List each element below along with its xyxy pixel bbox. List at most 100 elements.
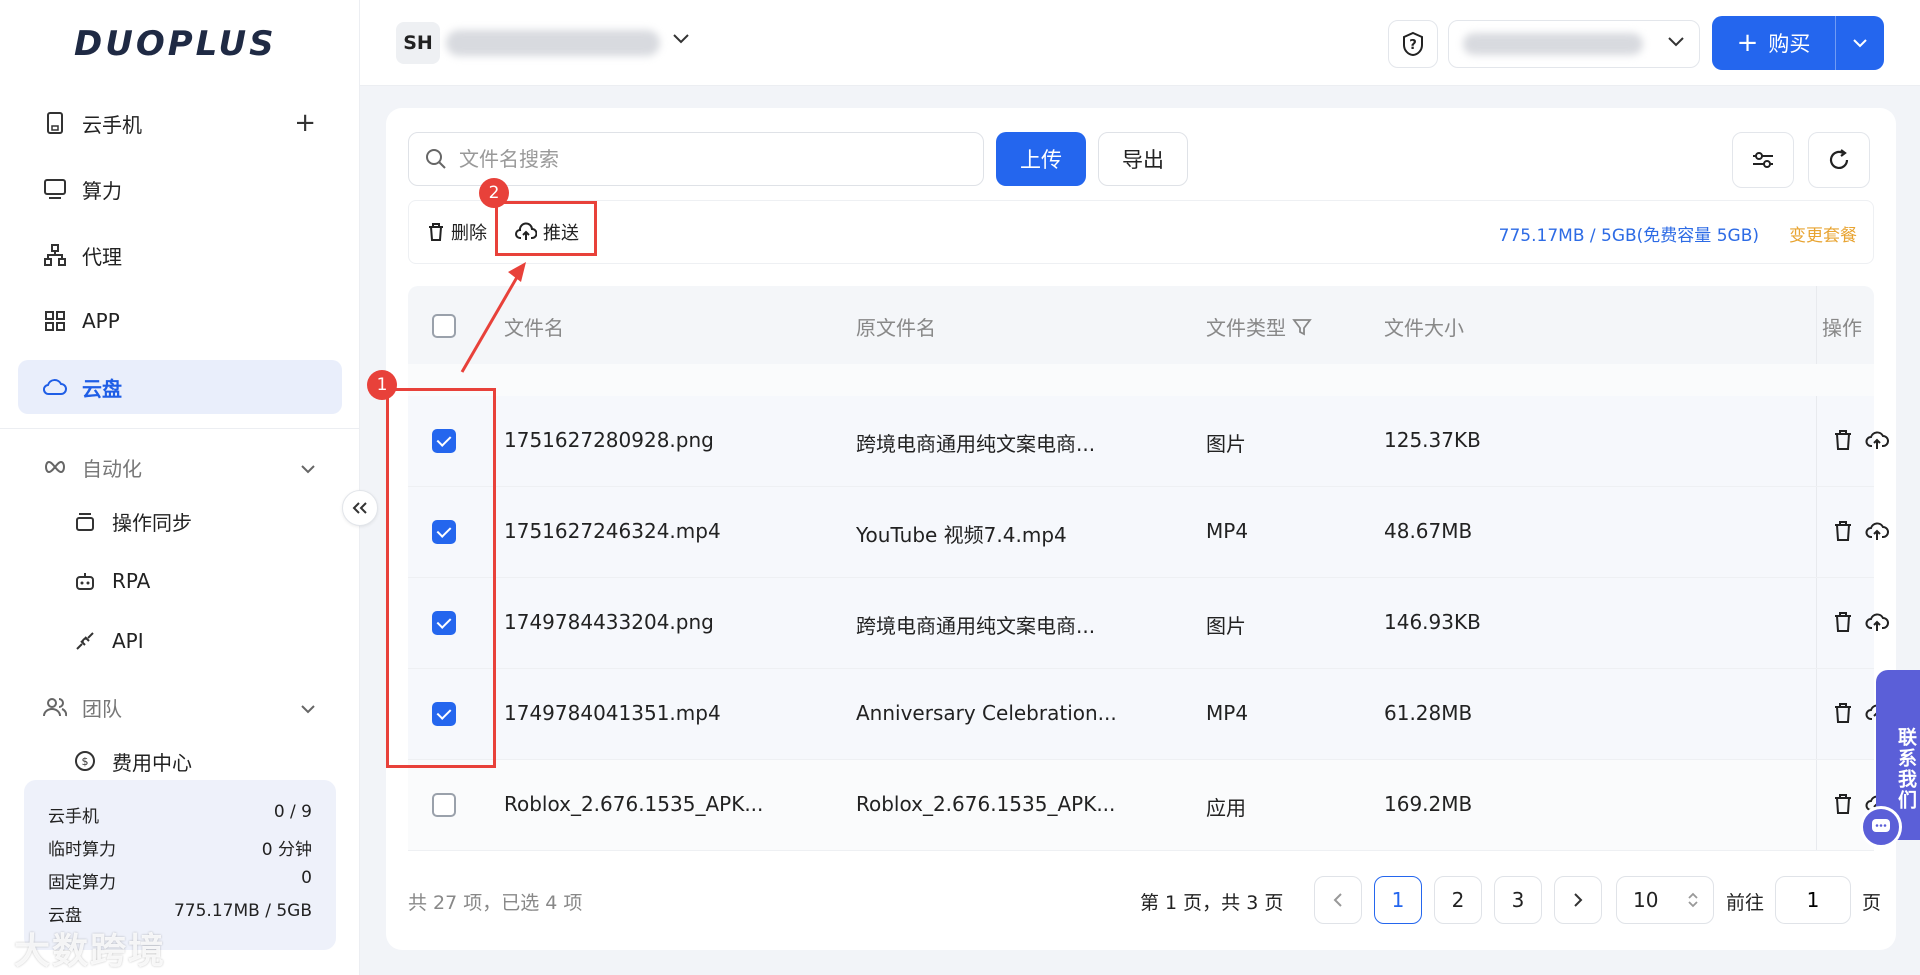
table-row-partial — [408, 364, 1874, 396]
table-row[interactable]: 1749784041351.mp4 Anniversary Celebratio… — [408, 669, 1889, 760]
column-header-file-size: 文件大小 — [1384, 316, 1464, 340]
plug-icon — [72, 628, 98, 654]
chevron-right-icon — [1574, 893, 1583, 907]
page-button[interactable]: 3 — [1494, 876, 1542, 924]
cell-original-name: Anniversary Celebration... — [856, 701, 1117, 725]
buy-dropdown-button[interactable] — [1836, 38, 1884, 48]
usage-label: 固定算力 — [48, 873, 116, 893]
table-row[interactable]: 1751627280928.png 跨境电商通用纯文案电商... 图片 125.… — [408, 396, 1889, 487]
cell-filename: 1749784433204.png — [504, 610, 714, 634]
table-row[interactable]: 1749784433204.png 跨境电商通用纯文案电商... 图片 146.… — [408, 578, 1889, 669]
cell-original-name: 跨境电商通用纯文案电商... — [856, 432, 1096, 456]
account-chevron-down-icon[interactable] — [672, 30, 690, 49]
collapse-sidebar-button[interactable] — [342, 490, 378, 526]
chevron-down-icon — [1667, 33, 1685, 52]
redacted-selection — [1463, 33, 1643, 55]
upload-button[interactable]: 上传 — [996, 132, 1086, 186]
usage-value: 0 — [301, 868, 312, 888]
page-button[interactable]: 1 — [1374, 876, 1422, 924]
redacted-account-name — [446, 30, 660, 56]
select-all-checkbox[interactable] — [432, 314, 456, 338]
cell-file-size: 125.37KB — [1384, 428, 1481, 452]
help-icon: ? — [1402, 31, 1424, 57]
delete-icon[interactable] — [1829, 517, 1857, 545]
batch-delete-button[interactable]: 删除 — [427, 217, 487, 247]
sidebar-item-label: API — [112, 629, 144, 653]
robot-icon — [72, 568, 98, 594]
chat-bubble-icon[interactable] — [1860, 806, 1902, 848]
page-info: 第 1 页，共 3 页 — [1140, 892, 1284, 914]
row-actions — [1816, 578, 1889, 668]
sidebar-item-cloud-drive[interactable]: 云盘 — [18, 360, 342, 414]
sort-arrows-icon — [1688, 892, 1698, 908]
table-row[interactable]: Roblox_2.676.1535_APK... Roblox_2.676.15… — [408, 760, 1889, 851]
batch-action-bar: 删除 推送 775.17MB / 5GB(免费容量 5GB) 变更套餐 — [408, 200, 1874, 264]
sidebar-item-rpa[interactable]: RPA — [18, 554, 342, 608]
buy-button[interactable]: + 购买 — [1712, 16, 1884, 70]
push-icon[interactable] — [1863, 608, 1891, 636]
export-button[interactable]: 导出 — [1098, 132, 1188, 186]
cloud-drive-panel: 上传 导出 删除 推送 775.17MB / 5GB(免费容量 5GB) 变更套… — [386, 108, 1896, 950]
help-button[interactable]: ? — [1388, 20, 1438, 68]
sidebar-item-proxy[interactable]: 代理 — [18, 228, 342, 282]
delete-icon[interactable] — [1829, 608, 1857, 636]
chevron-down-icon — [1853, 39, 1867, 48]
push-icon[interactable] — [1863, 517, 1891, 545]
annotation-step-2: 2 — [479, 178, 509, 208]
goto-page-input[interactable] — [1775, 876, 1851, 924]
billing-icon: $ — [72, 748, 98, 774]
delete-icon[interactable] — [1829, 699, 1857, 727]
usage-row: 云手机 0 / 9 — [48, 802, 312, 835]
table-header: 文件名 原文件名 文件类型 文件大小 操作 — [408, 286, 1874, 364]
svg-text:?: ? — [1409, 38, 1417, 53]
buy-main-button[interactable]: + 购买 — [1712, 16, 1836, 70]
plus-icon: + — [1736, 28, 1759, 58]
sidebar-item-label: 操作同步 — [112, 510, 192, 535]
filter-settings-button[interactable] — [1732, 132, 1794, 188]
delete-icon[interactable] — [1829, 426, 1857, 454]
usage-label: 临时算力 — [48, 840, 116, 860]
cell-filename: 1751627246324.mp4 — [504, 519, 721, 543]
sidebar-item-sync[interactable]: 操作同步 — [18, 494, 342, 548]
buy-label: 购买 — [1768, 32, 1811, 56]
row-actions — [1816, 487, 1889, 577]
sidebar-section-label: 自动化 — [82, 456, 142, 481]
row-checkbox[interactable] — [432, 793, 456, 817]
chevron-down-icon — [300, 695, 316, 719]
table-row[interactable]: 1751627246324.mp4 YouTube 视频7.4.mp4 MP4 … — [408, 487, 1889, 578]
change-plan-link[interactable]: 变更套餐 — [1789, 221, 1857, 246]
top-header: SH ? + 购买 — [360, 0, 1920, 86]
column-header-actions: 操作 — [1822, 316, 1862, 340]
cell-file-type: MP4 — [1206, 519, 1249, 543]
sidebar-item-api[interactable]: API — [18, 614, 342, 668]
goto-label: 前往 — [1726, 892, 1765, 914]
region-select[interactable] — [1448, 20, 1700, 68]
trash-icon — [429, 223, 443, 241]
cell-file-size: 146.93KB — [1384, 610, 1481, 634]
sidebar-section-label: 团队 — [82, 696, 122, 721]
prev-page-button[interactable] — [1314, 876, 1362, 924]
sidebar-item-cloud-phone[interactable]: 云手机 + — [18, 96, 342, 150]
sidebar-item-compute[interactable]: 算力 — [18, 162, 342, 216]
account-badge[interactable]: SH — [396, 22, 440, 64]
filter-icon[interactable] — [1292, 317, 1312, 337]
sidebar-item-label: 代理 — [82, 244, 122, 269]
delete-icon[interactable] — [1829, 790, 1857, 818]
next-page-button[interactable] — [1554, 876, 1602, 924]
push-icon[interactable] — [1863, 426, 1891, 454]
page-button[interactable]: 2 — [1434, 876, 1482, 924]
sidebar-section-team[interactable]: 团队 — [18, 680, 342, 734]
sidebar-section-automation[interactable]: 自动化 — [18, 440, 342, 494]
cell-file-size: 169.2MB — [1384, 792, 1473, 816]
storage-quota: 775.17MB / 5GB(免费容量 5GB) — [1498, 226, 1759, 246]
cell-original-name: 跨境电商通用纯文案电商... — [856, 614, 1096, 638]
column-header-filename: 文件名 — [504, 316, 564, 340]
sidebar-item-app[interactable]: APP — [18, 294, 342, 348]
duoplus-logo[interactable]: DUOPLUS — [74, 24, 277, 64]
sidebar-item-label: 算力 — [82, 178, 122, 203]
add-cloud-phone-icon[interactable]: + — [294, 108, 316, 138]
annotation-step-1: 1 — [367, 370, 397, 400]
refresh-button[interactable] — [1808, 132, 1870, 188]
search-input[interactable] — [459, 147, 959, 171]
page-size-select[interactable]: 10 — [1616, 876, 1714, 924]
